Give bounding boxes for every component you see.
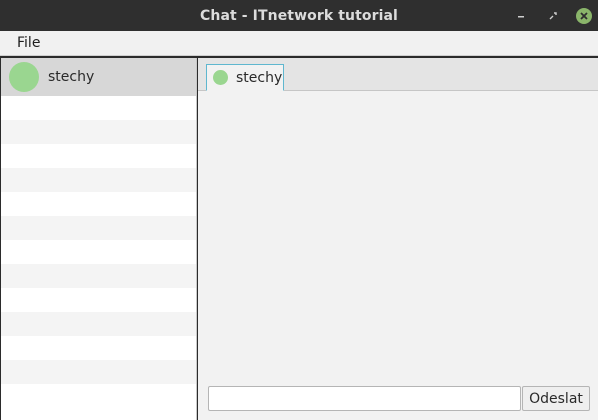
list-row — [1, 120, 196, 144]
user-list[interactable]: stechy — [1, 58, 197, 420]
list-row — [1, 312, 196, 336]
list-row — [1, 336, 196, 360]
window-title: Chat - ITnetwork tutorial — [200, 7, 398, 24]
app-window: Chat - ITnetwork tutorial File stechy st… — [0, 0, 598, 420]
tab-label: stechy — [236, 69, 283, 86]
list-row — [1, 216, 196, 240]
list-row — [1, 264, 196, 288]
close-icon[interactable] — [576, 7, 592, 24]
user-avatar — [9, 62, 39, 92]
menu-bar: File — [0, 31, 598, 56]
chat-tab-stechy[interactable]: stechy — [206, 64, 284, 91]
list-row — [1, 360, 196, 384]
restore-icon[interactable] — [544, 7, 562, 25]
window-controls — [512, 0, 592, 31]
list-row — [1, 288, 196, 312]
list-row — [1, 168, 196, 192]
title-bar[interactable]: Chat - ITnetwork tutorial — [0, 0, 598, 31]
chat-tabs: stechy — [198, 58, 598, 91]
tab-avatar — [213, 70, 228, 85]
user-list-item-selected[interactable]: stechy — [1, 58, 196, 96]
send-button[interactable]: Odeslat — [522, 386, 590, 411]
message-input[interactable] — [208, 386, 521, 411]
list-row — [1, 240, 196, 264]
user-name: stechy — [48, 69, 95, 85]
list-row — [1, 144, 196, 168]
minimize-icon[interactable] — [512, 7, 530, 25]
list-row — [1, 384, 196, 408]
list-row — [1, 96, 196, 120]
menu-file[interactable]: File — [17, 35, 40, 51]
chat-panel: stechy Odeslat — [198, 58, 598, 420]
list-row — [1, 192, 196, 216]
